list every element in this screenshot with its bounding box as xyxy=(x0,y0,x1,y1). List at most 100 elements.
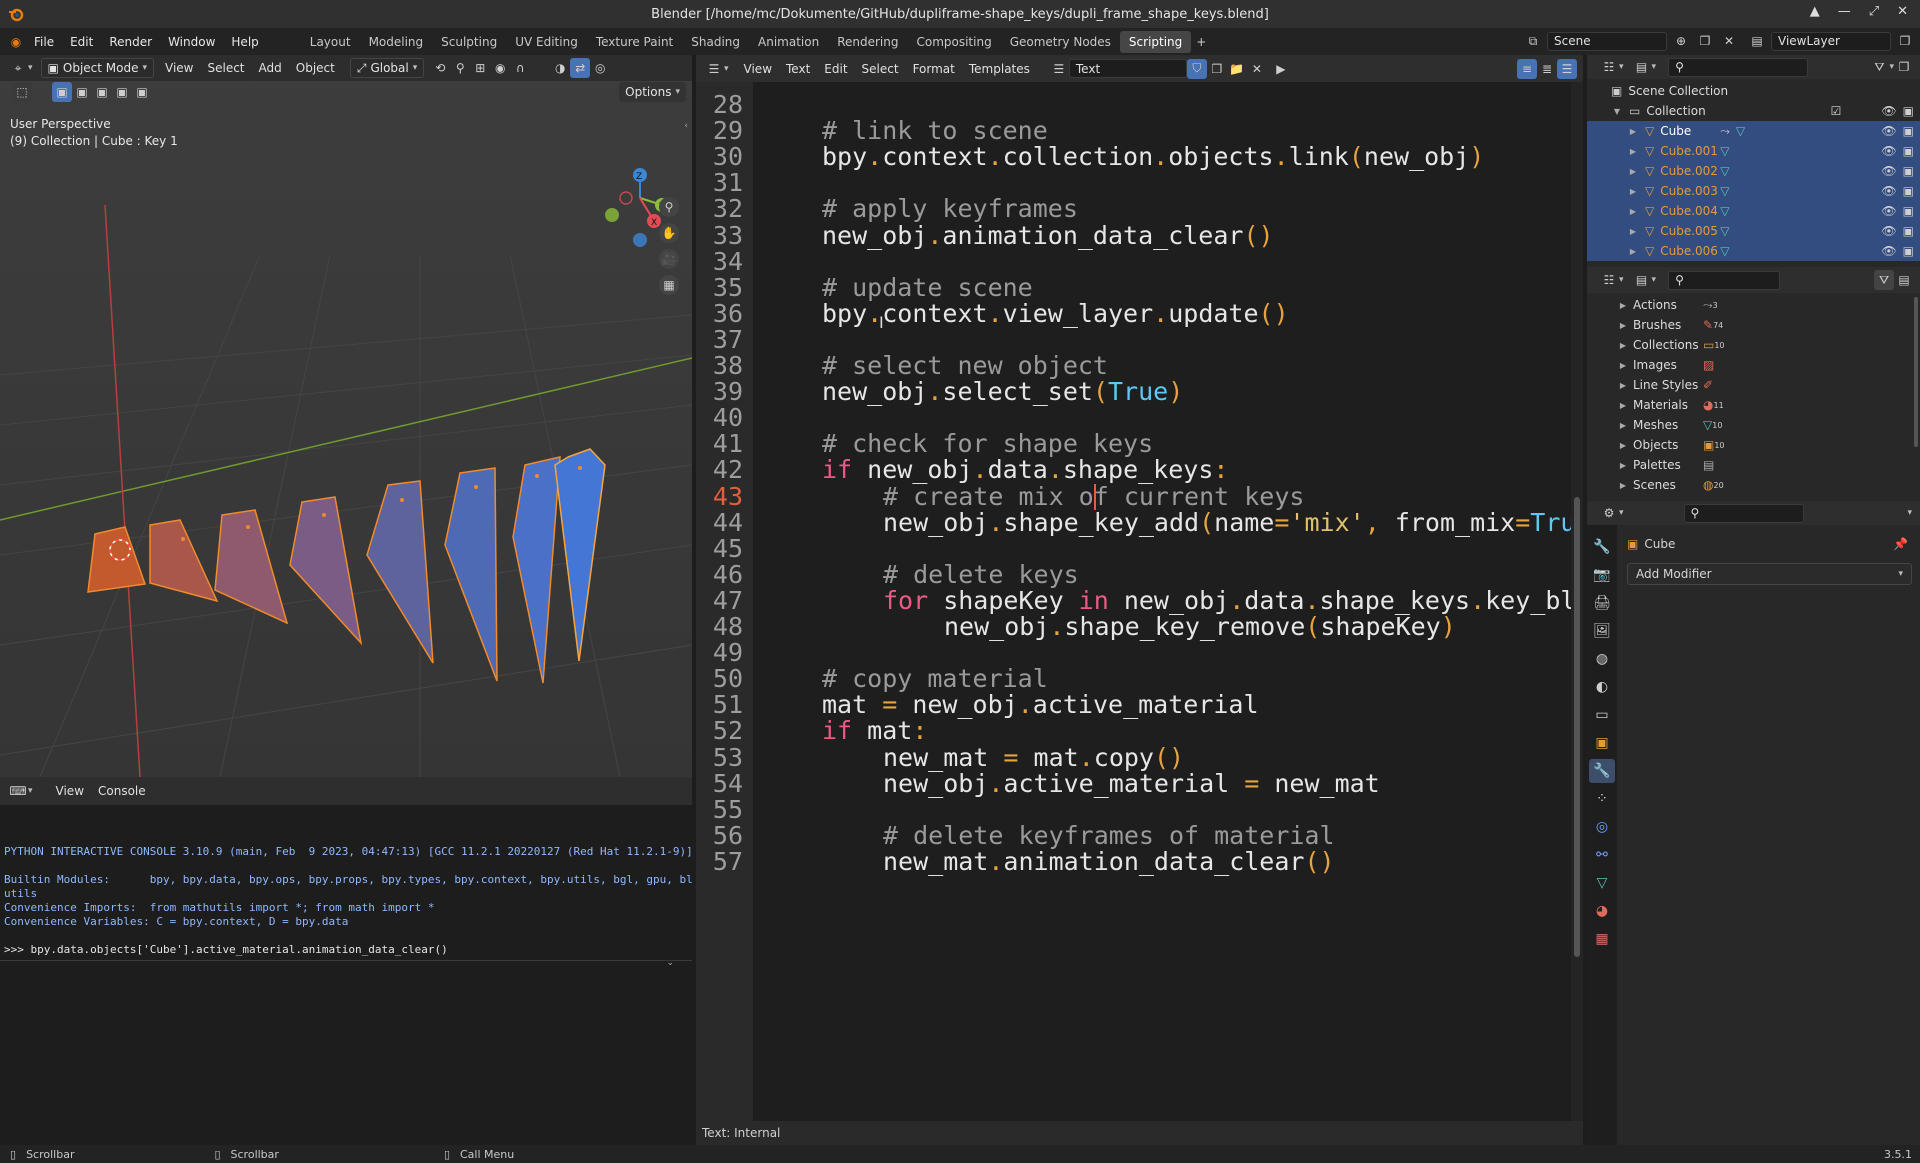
camera-render-icon[interactable]: ▣ xyxy=(1903,204,1914,218)
outliner-object-row[interactable]: ▶ ▽ Cube.004 ▽ 👁 ▣ xyxy=(1587,201,1920,221)
console-menu-view[interactable]: View xyxy=(49,784,91,798)
editor-menu-select[interactable]: Select xyxy=(855,62,906,76)
expand-triangle-icon[interactable]: ▶ xyxy=(1617,481,1629,490)
pin-icon[interactable]: 📌 xyxy=(1893,537,1908,551)
outliner-object-row[interactable]: ▶ ▽ Cube.006 ▽ 👁 ▣ xyxy=(1587,241,1920,261)
datablocks-display-mode-icon[interactable]: ▤ xyxy=(1632,270,1652,290)
workspace-tab-compositing[interactable]: Compositing xyxy=(907,31,1000,53)
datablocks-search-input[interactable]: ⚲ xyxy=(1668,270,1781,290)
datablocks-editor-type-icon[interactable]: ☷ xyxy=(1599,270,1619,290)
expand-triangle-icon[interactable]: ▶ xyxy=(1627,167,1639,176)
camera-render-icon[interactable]: ▣ xyxy=(1903,164,1914,178)
eye-icon[interactable]: 👁 xyxy=(1881,164,1896,178)
properties-editor-type-icon[interactable]: ⚙ xyxy=(1599,503,1619,523)
modifier-tab-icon[interactable]: 🔧 xyxy=(1589,759,1615,783)
text-datablock-name[interactable]: Text xyxy=(1068,59,1187,78)
view-layer-selector[interactable]: ViewLayer xyxy=(1771,31,1891,51)
pin-scene-icon[interactable]: ⊕ xyxy=(1671,31,1691,51)
code-line[interactable]: new_mat.animation_data_clear() xyxy=(883,846,1335,878)
pivot-point-icon[interactable]: ⟲ xyxy=(430,58,450,78)
proportional-edit-icon[interactable]: ◉ xyxy=(490,58,510,78)
view-layer-icon[interactable]: ▤ xyxy=(1747,31,1767,51)
render-tab-icon[interactable]: 📷 xyxy=(1589,563,1615,587)
run-script-icon[interactable]: ▶ xyxy=(1271,59,1291,79)
expand-triangle-icon[interactable]: ▶ xyxy=(1617,361,1629,370)
properties-options-icon[interactable]: ▾ xyxy=(1907,508,1912,518)
new-text-icon[interactable]: ❐ xyxy=(1207,59,1227,79)
blender-file-outliner[interactable]: ☷ ▾ ▤ ▾ ⚲ ⛛ ▤ ▶ Actions ⤳ 3 ▶ Brushes ✎ 74 ▶ Collec… xyxy=(1587,267,1920,501)
properties-editor[interactable]: ⚙ ▾ ⚲ ▾ 🔧 📷 🖨 🖼 ◍ ◐ ▭ ▣ 🔧 ⁘ ◎ ⚯ ▽ ◕ ▦ ▣ C… xyxy=(1587,501,1920,1145)
zoom-icon[interactable]: ⚲ xyxy=(659,197,679,217)
editor-menu-view[interactable]: View xyxy=(737,62,779,76)
datablock-row[interactable]: ▶ Materials ◕ 11 xyxy=(1587,395,1920,415)
data-tab-icon[interactable]: ▽ xyxy=(1589,871,1615,895)
datablock-row[interactable]: ▶ Line Styles ✐ xyxy=(1587,375,1920,395)
camera-render-icon[interactable]: ▣ xyxy=(1903,184,1914,198)
code-line[interactable]: bpy.context.collection.objects.link(new_… xyxy=(822,141,1484,173)
falloff-icon[interactable]: ∩ xyxy=(510,58,530,78)
python-console[interactable]: ⌨ ▾ View Console PYTHON INTERACTIVE CONS… xyxy=(0,777,692,1145)
console-menu-console[interactable]: Console xyxy=(91,784,153,798)
outliner-object-row[interactable]: ▶ ▽ Cube.001 ▽ 👁 ▣ xyxy=(1587,141,1920,161)
menu-edit[interactable]: Edit xyxy=(62,35,101,49)
text-editor-type-icon[interactable]: ☰ xyxy=(704,59,724,79)
properties-search-input[interactable]: ⚲ xyxy=(1683,503,1804,523)
datablock-row[interactable]: ▶ Palettes ▤ xyxy=(1587,455,1920,475)
camera-render-icon[interactable]: ▣ xyxy=(1903,124,1914,138)
camera-render-icon[interactable]: ▣ xyxy=(1903,244,1914,258)
minimize-icon[interactable]: — xyxy=(1838,4,1851,19)
line-numbers-toggle-icon[interactable]: ≡ xyxy=(1517,58,1537,79)
menu-render[interactable]: Render xyxy=(101,35,160,49)
text-editor[interactable]: ☰ ▾ View Text Edit Select Format Templat… xyxy=(696,55,1583,1145)
selection-mode-intersect-icon[interactable]: ▣ xyxy=(132,82,152,102)
texture-tab-icon[interactable]: ▦ xyxy=(1589,927,1615,951)
eye-icon[interactable]: 👁 xyxy=(1881,224,1896,238)
datablock-row[interactable]: ▶ Collections ▭ 10 xyxy=(1587,335,1920,355)
material-tab-icon[interactable]: ◕ xyxy=(1589,899,1615,923)
tool-tab-icon[interactable]: 🔧 xyxy=(1589,535,1615,559)
viewport-canvas[interactable]: Z Y X xyxy=(0,55,692,777)
console-scroll-down-icon[interactable]: ⌄ xyxy=(666,958,674,968)
open-text-icon[interactable]: 📁 xyxy=(1227,59,1247,79)
filter-icon[interactable]: ⛛ xyxy=(1869,57,1889,77)
code-area[interactable]: # link to scene bpy.context.collection.ob… xyxy=(753,82,1571,1121)
editor-menu-templates[interactable]: Templates xyxy=(962,62,1037,76)
datablock-row[interactable]: ▶ Scenes ◍ 20 xyxy=(1587,475,1920,495)
scene-icon[interactable]: ⧉ xyxy=(1523,31,1543,51)
expand-triangle-icon[interactable]: ▶ xyxy=(1617,321,1629,330)
editor-menu-text[interactable]: Text xyxy=(779,62,817,76)
scene-tab-icon[interactable]: ◍ xyxy=(1589,647,1615,671)
eye-icon[interactable]: 👁 xyxy=(1881,204,1896,218)
selection-mode-new-icon[interactable]: ▣ xyxy=(52,82,72,102)
workspace-tab-layout[interactable]: Layout xyxy=(301,31,360,53)
collection-tab-icon[interactable]: ▭ xyxy=(1589,703,1615,727)
eye-icon[interactable]: 👁 xyxy=(1881,244,1896,258)
particles-tab-icon[interactable]: ⁘ xyxy=(1589,787,1615,811)
expand-triangle-icon[interactable]: ▶ xyxy=(1617,461,1629,470)
editor-menu-format[interactable]: Format xyxy=(906,62,962,76)
outliner-object-row[interactable]: ▶ ▽ Cube.005 ▽ 👁 ▣ xyxy=(1587,221,1920,241)
constraints-tab-icon[interactable]: ⚯ xyxy=(1589,843,1615,867)
datablocks-scrollbar[interactable] xyxy=(1914,297,1918,447)
datablock-row[interactable]: ▶ Brushes ✎ 74 xyxy=(1587,315,1920,335)
outliner-scene-collection[interactable]: ▣ Scene Collection xyxy=(1587,81,1920,101)
viewport-menu-select[interactable]: Select xyxy=(200,61,251,75)
expand-triangle-icon[interactable]: ▶ xyxy=(1617,401,1629,410)
text-browse-icon[interactable]: ☰ xyxy=(1049,59,1069,79)
gizmo-toggle-icon[interactable]: ⇄ xyxy=(570,58,591,78)
view-layer-tab-icon[interactable]: 🖼 xyxy=(1589,619,1615,643)
outliner-object-row[interactable]: ▶ ▽ Cube.002 ▽ 👁 ▣ xyxy=(1587,161,1920,181)
outliner-editor-type-icon[interactable]: ☷ xyxy=(1599,57,1619,77)
menu-window[interactable]: Window xyxy=(160,35,223,49)
selection-mode-subtract-icon[interactable]: ▣ xyxy=(92,82,112,102)
camera-render-icon[interactable]: ▣ xyxy=(1903,144,1914,158)
object-tab-icon[interactable]: ▣ xyxy=(1589,731,1615,755)
editor-type-icon[interactable]: ⌖ xyxy=(8,58,28,78)
output-tab-icon[interactable]: 🖨 xyxy=(1589,591,1615,615)
viewport-menu-add[interactable]: Add xyxy=(252,61,289,75)
expand-triangle-icon[interactable]: ▼ xyxy=(1611,107,1623,116)
workspace-tab-sculpting[interactable]: Sculpting xyxy=(432,31,506,53)
perspective-toggle-icon[interactable]: ▦ xyxy=(659,275,679,295)
overlay-toggle-icon[interactable]: ◎ xyxy=(590,58,610,78)
display-mode-icon[interactable]: ▤ xyxy=(1632,57,1652,77)
